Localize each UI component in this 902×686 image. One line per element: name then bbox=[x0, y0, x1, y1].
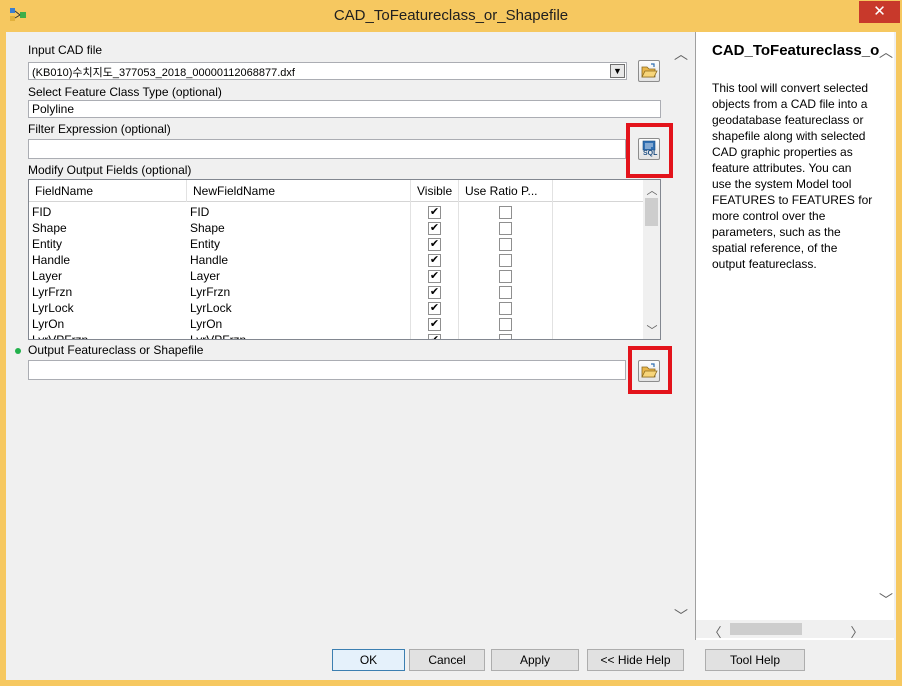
use-ratio-checkbox[interactable] bbox=[499, 254, 512, 267]
visible-checkbox[interactable]: ✔ bbox=[428, 238, 441, 251]
table-row[interactable]: Shape Shape ✔ bbox=[29, 220, 643, 236]
modify-fields-label: Modify Output Fields (optional) bbox=[28, 163, 192, 177]
visible-checkbox[interactable]: ✔ bbox=[428, 318, 441, 331]
use-ratio-checkbox[interactable] bbox=[499, 206, 512, 219]
table-row[interactable]: Entity Entity ✔ bbox=[29, 236, 643, 252]
table-row[interactable]: FID FID ✔ bbox=[29, 204, 643, 220]
cell-newfieldname[interactable]: Shape bbox=[187, 220, 225, 236]
table-row[interactable]: LyrVPFrzn LyrVPFrzn ✔ bbox=[29, 332, 643, 339]
use-ratio-checkbox[interactable] bbox=[499, 222, 512, 235]
use-ratio-checkbox[interactable] bbox=[499, 334, 512, 339]
input-cad-label: Input CAD file bbox=[28, 43, 103, 57]
use-ratio-checkbox[interactable] bbox=[499, 302, 512, 315]
output-fields-table[interactable]: FieldName NewFieldName Visible Use Ratio… bbox=[28, 179, 661, 340]
cell-fieldname[interactable]: LyrVPFrzn bbox=[29, 332, 88, 339]
cell-fieldname[interactable]: LyrLock bbox=[29, 300, 74, 316]
cell-newfieldname[interactable]: LyrVPFrzn bbox=[187, 332, 246, 339]
use-ratio-checkbox[interactable] bbox=[499, 270, 512, 283]
visible-checkbox[interactable]: ✔ bbox=[428, 302, 441, 315]
cell-newfieldname[interactable]: LyrFrzn bbox=[187, 284, 230, 300]
visible-checkbox[interactable]: ✔ bbox=[428, 222, 441, 235]
cell-fieldname[interactable]: FID bbox=[29, 204, 51, 220]
column-visible[interactable]: Visible bbox=[411, 180, 459, 202]
cell-newfieldname[interactable]: LyrLock bbox=[187, 300, 232, 316]
cell-fieldname[interactable]: Handle bbox=[29, 252, 70, 268]
chevron-down-icon[interactable]: ﹀ bbox=[879, 590, 893, 610]
cell-fieldname[interactable]: Entity bbox=[29, 236, 62, 252]
sql-icon-label: SQL bbox=[643, 150, 658, 157]
output-input[interactable] bbox=[28, 360, 626, 380]
help-title: CAD_ToFeatureclass_or_Shapefile bbox=[712, 42, 880, 59]
table-row[interactable]: Handle Handle ✔ bbox=[29, 252, 643, 268]
close-button[interactable]: ✕ bbox=[859, 1, 900, 23]
feature-class-type-field[interactable]: Polyline bbox=[28, 100, 661, 118]
help-hscroll-thumb[interactable] bbox=[730, 623, 802, 635]
visible-checkbox[interactable]: ✔ bbox=[428, 334, 441, 339]
input-cad-combo[interactable]: (KB010)수치지도_377053_2018_00000112068877.d… bbox=[28, 62, 627, 80]
column-use-ratio[interactable]: Use Ratio P... bbox=[459, 180, 553, 202]
close-icon: ✕ bbox=[873, 3, 886, 20]
feature-class-type-value: Polyline bbox=[32, 102, 75, 116]
chevron-left-icon[interactable]: 〈 bbox=[708, 622, 722, 641]
help-hscrollbar[interactable]: 〈 〉 bbox=[696, 620, 895, 641]
table-row[interactable]: Layer Layer ✔ bbox=[29, 268, 643, 284]
help-text: This tool will convert selected objects … bbox=[712, 81, 873, 271]
chevron-down-icon[interactable]: ﹀ bbox=[674, 606, 688, 626]
use-ratio-checkbox[interactable] bbox=[499, 238, 512, 251]
visible-checkbox[interactable]: ✔ bbox=[428, 270, 441, 283]
cell-fieldname[interactable]: LyrOn bbox=[29, 316, 64, 332]
open-folder-icon bbox=[641, 363, 658, 378]
column-newfieldname[interactable]: NewFieldName bbox=[187, 180, 411, 202]
table-row[interactable]: LyrOn LyrOn ✔ bbox=[29, 316, 643, 332]
cell-newfieldname[interactable]: LyrOn bbox=[187, 316, 222, 332]
ok-button[interactable]: OK bbox=[332, 649, 405, 671]
visible-checkbox[interactable]: ✔ bbox=[428, 254, 441, 267]
table-row[interactable]: LyrFrzn LyrFrzn ✔ bbox=[29, 284, 643, 300]
chevron-right-icon[interactable]: 〉 bbox=[850, 622, 864, 641]
visible-checkbox[interactable]: ✔ bbox=[428, 206, 441, 219]
browse-output-button[interactable] bbox=[638, 360, 660, 382]
chevron-down-icon[interactable]: ﹀ bbox=[643, 322, 660, 338]
cell-fieldname[interactable]: Layer bbox=[29, 268, 62, 284]
help-pane: CAD_ToFeatureclass_or_Shapefile This too… bbox=[695, 32, 895, 641]
column-fieldname[interactable]: FieldName bbox=[29, 180, 187, 202]
chevron-up-icon[interactable]: ︿ bbox=[879, 42, 893, 62]
table-scrollbar[interactable]: ︿ ﹀ bbox=[643, 180, 660, 339]
chevron-up-icon[interactable]: ︿ bbox=[643, 182, 660, 198]
filter-expression-label: Filter Expression (optional) bbox=[28, 122, 171, 136]
table-scroll-thumb[interactable] bbox=[645, 198, 658, 226]
apply-button[interactable]: Apply bbox=[491, 649, 579, 671]
window-title: CAD_ToFeatureclass_or_Shapefile bbox=[333, 7, 569, 24]
use-ratio-checkbox[interactable] bbox=[499, 286, 512, 299]
cell-newfieldname[interactable]: Entity bbox=[187, 236, 220, 252]
required-indicator-icon bbox=[15, 348, 21, 354]
cell-newfieldname[interactable]: Handle bbox=[187, 252, 228, 268]
use-ratio-checkbox[interactable] bbox=[499, 318, 512, 331]
visible-checkbox[interactable]: ✔ bbox=[428, 286, 441, 299]
tool-help-button[interactable]: Tool Help bbox=[705, 649, 805, 671]
output-label: Output Featureclass or Shapefile bbox=[28, 343, 204, 357]
open-folder-icon bbox=[641, 63, 658, 78]
cell-fieldname[interactable]: LyrFrzn bbox=[29, 284, 72, 300]
cell-newfieldname[interactable]: FID bbox=[187, 204, 209, 220]
browse-input-button[interactable] bbox=[638, 60, 660, 82]
chevron-down-icon[interactable]: ▼ bbox=[610, 64, 625, 78]
hide-help-button[interactable]: << Hide Help bbox=[587, 649, 684, 671]
chevron-up-icon[interactable]: ︿ bbox=[674, 44, 688, 64]
table-header: FieldName NewFieldName Visible Use Ratio… bbox=[29, 180, 643, 202]
title-bar: CAD_ToFeatureclass_or_Shapefile ✕ bbox=[0, 0, 902, 32]
sql-query-button[interactable]: SQL bbox=[638, 138, 660, 160]
filter-expression-input[interactable] bbox=[28, 139, 626, 159]
feature-class-type-label: Select Feature Class Type (optional) bbox=[28, 85, 222, 99]
table-row[interactable]: LyrLock LyrLock ✔ bbox=[29, 300, 643, 316]
input-cad-value: (KB010)수치지도_377053_2018_00000112068877.d… bbox=[32, 67, 295, 79]
cancel-button[interactable]: Cancel bbox=[409, 649, 485, 671]
cell-fieldname[interactable]: Shape bbox=[29, 220, 67, 236]
cell-newfieldname[interactable]: Layer bbox=[187, 268, 220, 284]
